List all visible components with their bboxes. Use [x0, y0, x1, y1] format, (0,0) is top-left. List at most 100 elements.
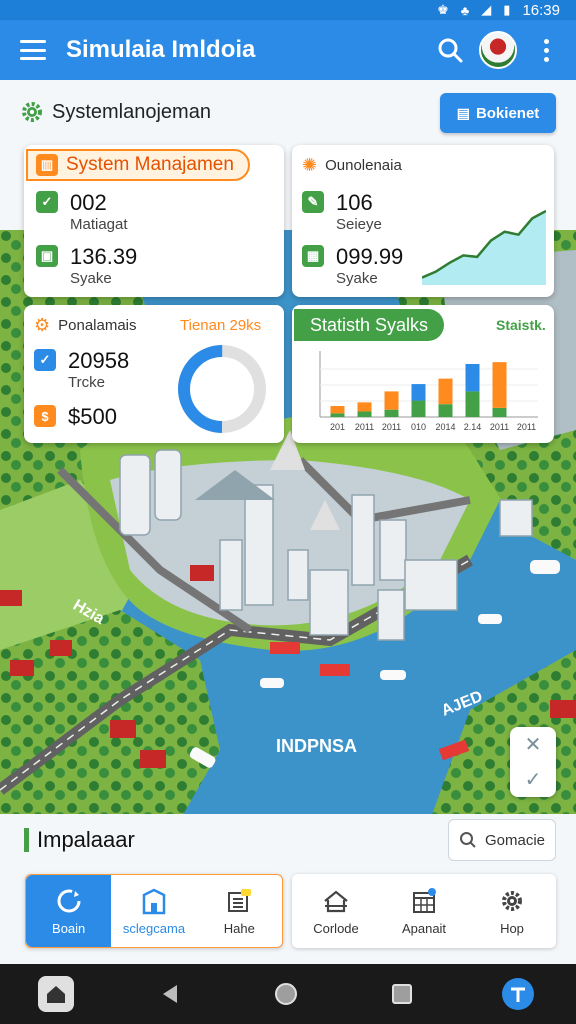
menu-button[interactable] [0, 20, 66, 80]
status-time: 16:39 [522, 1, 560, 19]
calendar-icon: ▦ [302, 245, 324, 267]
x-tick-label: 2014 [435, 422, 455, 432]
nav-group-right: Corlode Apanait Hop [292, 874, 556, 948]
x-tick-label: 2.14 [464, 422, 482, 432]
nav-item-sclegcama[interactable]: sclegcama [111, 875, 196, 947]
document-icon: ▤ [456, 104, 470, 121]
gear-icon [502, 890, 522, 911]
section-header: Systemlanojeman [20, 100, 211, 124]
app-bar: Simulaia Imldoia [0, 20, 576, 80]
search-icon [438, 38, 463, 63]
edit-icon: ✎ [302, 191, 324, 213]
personal-card[interactable]: ⚙ Ponalamais Tienan 29ks ✓ 20958 Trcke $… [24, 305, 284, 443]
personal-card-badge: Tienan 29ks [180, 317, 262, 334]
stat-label: Syake [70, 270, 112, 287]
bar [492, 362, 507, 408]
avatar [479, 31, 517, 69]
bar-chart: 201 2011 2011 010 2014 2.14 2011 2011 [319, 351, 538, 432]
personal-card-title: Ponalamais [58, 317, 137, 334]
stat-row: ▣ 136.39 Syake [36, 245, 137, 289]
x-tick-label: 2011 [490, 422, 509, 432]
nav-label: Hahe [223, 920, 255, 936]
sun-icon: ✺ [302, 155, 318, 175]
nav-group-left: Boain sclegcama Hahe [25, 874, 283, 948]
bar [438, 378, 453, 405]
signal-icon: ◢ [481, 2, 492, 17]
stat-value: $500 [68, 404, 117, 429]
bar [384, 391, 399, 410]
money-icon: $ [34, 405, 56, 427]
calendar-icon [413, 887, 436, 913]
x-tick-label: 010 [411, 422, 426, 432]
x-tick-label: 2011 [382, 422, 401, 432]
stats-chart-card[interactable]: Statisth Syalks Staistk. 201 2011 2011 010 2… [292, 305, 554, 443]
bar [492, 407, 507, 417]
nav-item-corlode[interactable]: Corlode [292, 874, 380, 948]
stat-row: ✓ 002 Matiagat [36, 191, 128, 235]
system-card-header: ▥ System Manajamen [26, 149, 250, 181]
hamburger-icon [20, 40, 46, 60]
search-icon [459, 832, 476, 848]
nav-label: Hop [500, 920, 524, 936]
stat-value: 136.39 [70, 244, 138, 269]
stat-row: ✎ 106 Seieye [302, 191, 382, 235]
system-card[interactable]: ▥ System Manajamen ✓ 002 Matiagat ▣ 136.… [24, 145, 284, 297]
stat-value: 20958 [68, 348, 130, 373]
overview-card[interactable]: ✺ Ounolenaia ✎ 106 Seieye ▦ 099.99 Syake [292, 145, 554, 297]
personal-card-header: ⚙ Ponalamais [34, 315, 137, 336]
stat-label: Syake [336, 270, 378, 287]
recents-button[interactable] [382, 974, 422, 1014]
chart-title: Statisth Syalks [294, 309, 445, 341]
home-icon [47, 986, 65, 1003]
sparkline-chart [422, 209, 546, 285]
x-tick-label: 201 [330, 422, 345, 432]
app-title: Simulaia Imldoia [66, 36, 256, 63]
bar [411, 384, 426, 401]
nav-item-boain[interactable]: Boain [26, 875, 112, 947]
home-circle-button[interactable] [266, 974, 306, 1014]
system-card-title: System Manajamen [66, 154, 234, 175]
bar [438, 404, 453, 417]
back-triangle-icon [163, 985, 177, 1003]
search-button[interactable]: Gomacie [448, 819, 556, 861]
check-icon[interactable]: ✓ [525, 767, 542, 792]
kebab-icon [543, 38, 549, 62]
nav-item-apanait[interactable]: Apanait [380, 874, 468, 948]
check-icon: ✓ [34, 349, 56, 371]
header-action-label: Bokienet [475, 104, 540, 122]
x-tick-label: 2011 [517, 422, 536, 432]
gear-icon [22, 102, 42, 122]
home-icon [324, 890, 348, 912]
panel-icon: ▥ [36, 154, 58, 176]
nav-item-hop[interactable]: Hop [468, 874, 556, 948]
accent-bar [24, 828, 29, 852]
refresh-icon [57, 889, 81, 912]
collapse-icon[interactable]: ✕ [525, 732, 542, 757]
building-icon [142, 888, 166, 914]
search-button-label: Gomacie [484, 831, 546, 849]
profile-avatar-button[interactable] [476, 28, 520, 72]
more-options-button[interactable] [524, 28, 568, 72]
bottom-section-header: Impalaaar [24, 827, 135, 853]
notification-icon: ♚ [437, 2, 449, 17]
map-control[interactable]: ✕ ✓ [510, 727, 556, 797]
x-tick-label: 2011 [355, 422, 374, 432]
search-button[interactable] [428, 28, 472, 72]
bar [411, 400, 426, 417]
bar [465, 391, 480, 417]
donut-chart [178, 345, 266, 433]
assistant-button[interactable] [498, 974, 538, 1014]
bar [330, 413, 345, 417]
section-title: Systemlanojeman [52, 100, 211, 123]
header-action-button[interactable]: ▤ Bokienet [440, 93, 556, 133]
back-button[interactable] [150, 974, 190, 1014]
home-button[interactable] [38, 976, 74, 1012]
battery-icon: ▮ [503, 2, 511, 17]
bar [357, 411, 372, 417]
stat-label: Seieye [336, 216, 382, 233]
nav-label: Corlode [313, 920, 359, 936]
nav-item-hahe[interactable]: Hahe [197, 875, 282, 947]
bottom-section-title: Impalaaar [37, 827, 135, 852]
alert-icon: ♣ [460, 2, 470, 18]
stat-row: $ $500 [34, 405, 117, 429]
